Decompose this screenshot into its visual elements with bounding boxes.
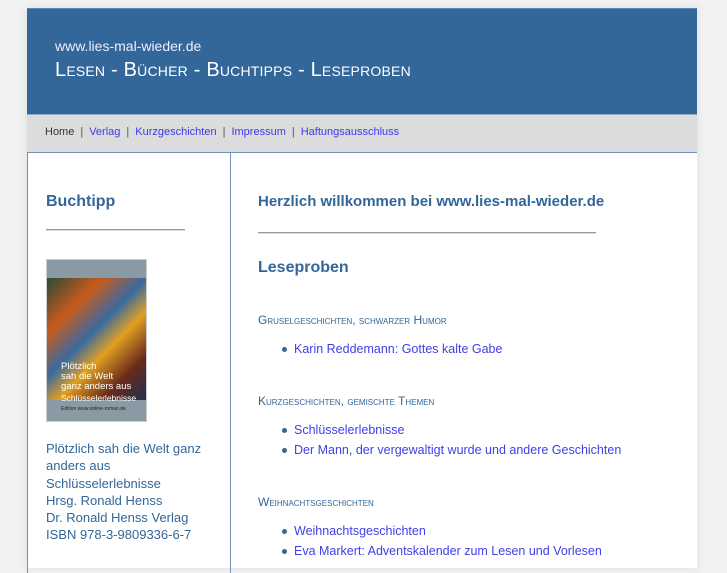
sidebar: Buchtipp Plötzlich sah die Welt ganz ander… <box>27 153 231 573</box>
list-item-link[interactable]: Weihnachtsgeschichten <box>281 521 621 541</box>
cover-title-line: ganz anders aus <box>61 381 132 392</box>
link-list: Karin Reddemann: Gottes kalte Gabe <box>281 339 621 359</box>
nav-separator: | <box>222 126 226 138</box>
nav-separator: | <box>80 126 84 138</box>
nav-separator: | <box>291 126 295 138</box>
site-tagline: Lesen - Bücher - Buchtipps - Leseproben <box>55 59 411 81</box>
cover-subtitle: Schlüsselerlebnisse <box>61 393 137 403</box>
category-heading: Gruselgeschichten, schwarzer Humor <box>258 313 447 327</box>
link-list: Weihnachtsgeschichten Eva Markert: Adven… <box>281 521 621 561</box>
book-info: Plötzlich sah die Welt ganz anders aus S… <box>46 440 230 544</box>
page-container: www.lies-mal-wieder.de Lesen - Bücher - … <box>27 8 697 573</box>
nav-kurzgeschichten[interactable]: Kurzgeschichten <box>135 126 216 138</box>
list-item-link[interactable]: Karin Reddemann: Gottes kalte Gabe <box>281 339 621 359</box>
nav-separator: | <box>126 126 130 138</box>
main-content: Herzlich willkommen bei www.lies-mal-wie… <box>258 153 621 561</box>
book-title: Plötzlich sah die Welt ganz anders aus <box>46 441 202 474</box>
main-nav: Home | Verlag | Kurzgeschichten | Impressum | Ha… <box>27 114 697 153</box>
book-isbn: ISBN 978-3-9809336-6-7 <box>46 527 192 543</box>
link-list: Schlüsselerlebnisse Der Mann, der vergew… <box>281 420 621 460</box>
category-heading: Kurzgeschichten, gemischte Themen <box>258 394 435 408</box>
book-cover-image[interactable]: Plötzlich sah die Welt ganz anders aus Sch… <box>46 259 147 422</box>
book-editor: Hrsg. Ronald Henss <box>46 492 163 508</box>
list-item-link[interactable]: Der Mann, der vergewaltigt wurde und and… <box>281 440 621 460</box>
cover-edition: Edition www.online-roman.de <box>61 406 126 412</box>
category-heading: Weihnachtsgeschichten <box>258 495 374 509</box>
divider <box>46 229 185 231</box>
section-heading: Leseproben <box>258 259 349 276</box>
nav-home[interactable]: Home <box>45 126 74 138</box>
site-url: www.lies-mal-wieder.de <box>55 38 202 54</box>
nav-haftungsausschluss[interactable]: Haftungsausschluss <box>301 126 399 138</box>
nav-verlag[interactable]: Verlag <box>89 126 120 138</box>
list-item-link[interactable]: Eva Markert: Adventskalender zum Lesen u… <box>281 541 621 561</box>
list-item-link[interactable]: Schlüsselerlebnisse <box>281 420 621 440</box>
sidebar-title: Buchtipp <box>46 193 116 210</box>
divider <box>258 232 596 234</box>
book-publisher: Dr. Ronald Henss Verlag <box>46 510 189 526</box>
nav-impressum[interactable]: Impressum <box>231 126 285 138</box>
site-header: www.lies-mal-wieder.de Lesen - Bücher - … <box>27 8 697 114</box>
book-subtitle: Schlüsselerlebnisse <box>46 475 161 491</box>
welcome-heading: Herzlich willkommen bei www.lies-mal-wie… <box>258 193 605 210</box>
